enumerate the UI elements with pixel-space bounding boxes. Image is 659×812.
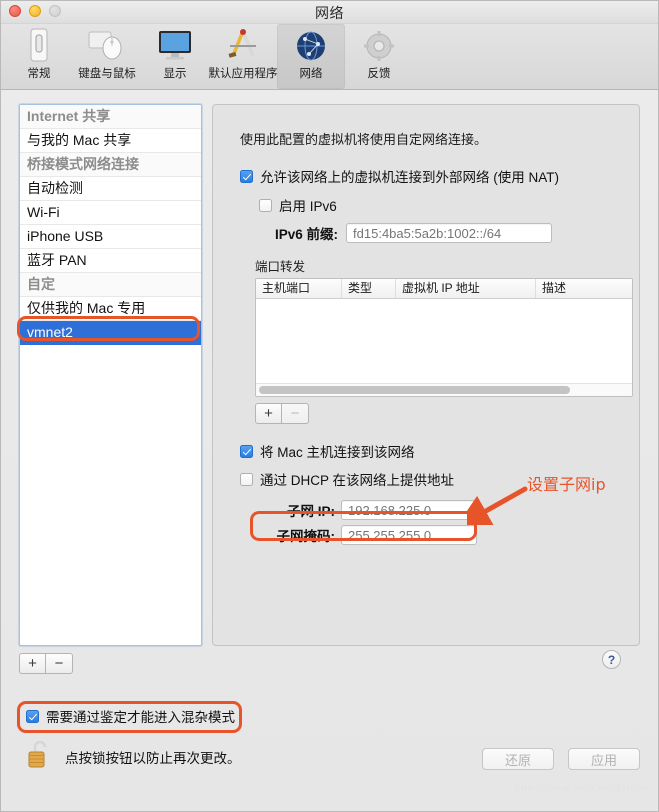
subnet-mask-input[interactable] — [341, 525, 477, 545]
panel-description: 使用此配置的虚拟机将使用自定网络连接。 — [240, 132, 488, 147]
sidebar-group-internet-sharing: Internet 共享 — [20, 105, 201, 129]
sidebar-item-private-to-my-mac[interactable]: 仅供我的 Mac 专用 — [20, 297, 201, 321]
preferences-window: 网络 常规 键盘与鼠标 显示 默认应用程序 网络 反馈 Internet 共享 … — [0, 0, 659, 812]
nat-checkbox[interactable] — [240, 169, 253, 183]
toolbar-label: 网络 — [299, 68, 323, 80]
lock-hint-text: 点按锁按钮以防止再次更改。 — [65, 750, 241, 766]
dhcp-checkbox-label: 通过 DHCP 在该网络上提供地址 — [260, 473, 455, 488]
keyboard-mouse-icon — [84, 26, 130, 64]
add-network-button[interactable]: + — [19, 653, 46, 674]
toolbar-item-default-applications[interactable]: 默认应用程序 — [208, 24, 278, 89]
host-connect-label: 将 Mac 主机连接到该网络 — [260, 445, 415, 460]
ipv6-checkbox-row[interactable]: 启用 IPv6 — [259, 195, 623, 215]
watermark-text: https://blog.csdn.net/Mrdou — [514, 782, 648, 794]
default-applications-icon — [220, 26, 266, 64]
unlocked-padlock-icon[interactable] — [26, 738, 52, 775]
sidebar-item-share-with-my-mac[interactable]: 与我的 Mac 共享 — [20, 129, 201, 153]
preferences-toolbar: 常规 键盘与鼠标 显示 默认应用程序 网络 反馈 — [1, 24, 658, 90]
toolbar-item-display[interactable]: 显示 — [141, 24, 209, 89]
toolbar-label: 默认应用程序 — [208, 68, 278, 80]
apply-button: 应用 — [568, 748, 640, 770]
column-type[interactable]: 类型 — [342, 279, 396, 298]
sidebar-item-wifi[interactable]: Wi-Fi — [20, 201, 201, 225]
subnet-ip-label: 子网 IP: — [286, 504, 335, 519]
toolbar-label: 常规 — [27, 68, 51, 80]
toolbar-label: 反馈 — [367, 68, 391, 80]
host-connect-checkbox[interactable] — [240, 444, 253, 458]
subnet-ip-row: 子网 IP: — [259, 500, 623, 520]
toolbar-item-network[interactable]: 网络 — [277, 24, 345, 89]
toolbar-item-keyboard-mouse[interactable]: 键盘与鼠标 — [73, 24, 141, 89]
subnet-mask-row: 子网掩码: — [259, 525, 623, 545]
subnet-mask-label: 子网掩码: — [276, 529, 336, 544]
promiscuous-mode-row[interactable]: 需要通过鉴定才能进入混杂模式 — [26, 706, 235, 726]
feedback-gear-icon — [356, 26, 402, 64]
promiscuous-mode-checkbox[interactable] — [26, 709, 39, 723]
window-footer: 需要通过鉴定才能进入混杂模式 点按锁按钮以防止再次更改。 还原 应用 https… — [1, 690, 658, 800]
column-host-port[interactable]: 主机端口 — [256, 279, 342, 298]
general-device-icon — [16, 26, 62, 64]
ipv6-checkbox-label: 启用 IPv6 — [279, 199, 337, 214]
network-list-buttons: + − — [19, 653, 202, 674]
sidebar-group-custom: 自定 — [20, 273, 201, 297]
port-forwarding-table[interactable]: 主机端口 类型 虚拟机 IP 地址 描述 — [255, 278, 633, 397]
network-list[interactable]: Internet 共享 与我的 Mac 共享 桥接模式网络连接 自动检测 Wi-… — [19, 104, 202, 646]
nat-checkbox-row[interactable]: 允许该网络上的虚拟机连接到外部网络 (使用 NAT) — [240, 166, 623, 186]
port-forwarding-label: 端口转发 — [255, 260, 306, 274]
nat-checkbox-label: 允许该网络上的虚拟机连接到外部网络 (使用 NAT) — [260, 170, 559, 185]
display-monitor-icon — [152, 26, 198, 64]
window-title: 网络 — [315, 5, 344, 21]
host-connect-checkbox-row[interactable]: 将 Mac 主机连接到该网络 — [240, 441, 623, 461]
remove-network-button[interactable]: − — [46, 653, 73, 674]
lock-row: 点按锁按钮以防止再次更改。 — [26, 738, 241, 775]
ipv6-checkbox[interactable] — [259, 198, 272, 212]
window-titlebar: 网络 — [1, 1, 658, 24]
port-forwarding-horizontal-scrollbar[interactable] — [256, 383, 632, 396]
add-port-forward-button[interactable]: + — [255, 403, 282, 424]
network-settings-panel: 使用此配置的虚拟机将使用自定网络连接。 允许该网络上的虚拟机连接到外部网络 (使… — [212, 104, 640, 669]
preferences-body: Internet 共享 与我的 Mac 共享 桥接模式网络连接 自动检测 Wi-… — [1, 90, 658, 811]
network-globe-icon — [288, 26, 334, 64]
subnet-ip-input[interactable] — [341, 500, 477, 520]
promiscuous-mode-label: 需要通过鉴定才能进入混杂模式 — [46, 710, 235, 725]
annotation-note-subnet-ip: 设置子网ip — [527, 475, 606, 494]
port-forwarding-header-row: 主机端口 类型 虚拟机 IP 地址 描述 — [256, 279, 632, 299]
sidebar-item-autodetect[interactable]: 自动检测 — [20, 177, 201, 201]
sidebar-group-bridged-networking: 桥接模式网络连接 — [20, 153, 201, 177]
scrollbar-thumb[interactable] — [259, 386, 570, 394]
help-button[interactable]: ? — [602, 650, 621, 669]
dhcp-checkbox[interactable] — [240, 472, 253, 486]
toolbar-label: 显示 — [163, 68, 187, 80]
ipv6-prefix-label: IPv6 前缀: — [275, 227, 339, 242]
network-list-container: Internet 共享 与我的 Mac 共享 桥接模式网络连接 自动检测 Wi-… — [19, 104, 202, 674]
sidebar-item-iphone-usb[interactable]: iPhone USB — [20, 225, 201, 249]
restore-button: 还原 — [482, 748, 554, 770]
ipv6-prefix-row: IPv6 前缀: — [275, 223, 623, 243]
ipv6-prefix-input[interactable] — [346, 223, 553, 243]
sidebar-item-vmnet2[interactable]: vmnet2 — [20, 321, 201, 345]
sidebar-item-bluetooth-pan[interactable]: 蓝牙 PAN — [20, 249, 201, 273]
toolbar-item-feedback[interactable]: 反馈 — [345, 24, 413, 89]
port-forwarding-buttons: + − — [255, 403, 623, 424]
remove-port-forward-button: − — [282, 403, 309, 424]
port-forwarding-rows — [256, 299, 632, 383]
footer-buttons: 还原 应用 — [482, 748, 640, 770]
column-vm-ip-address[interactable]: 虚拟机 IP 地址 — [396, 279, 536, 298]
toolbar-label: 键盘与鼠标 — [78, 68, 136, 80]
toolbar-item-general[interactable]: 常规 — [5, 24, 73, 89]
column-description[interactable]: 描述 — [536, 279, 632, 298]
